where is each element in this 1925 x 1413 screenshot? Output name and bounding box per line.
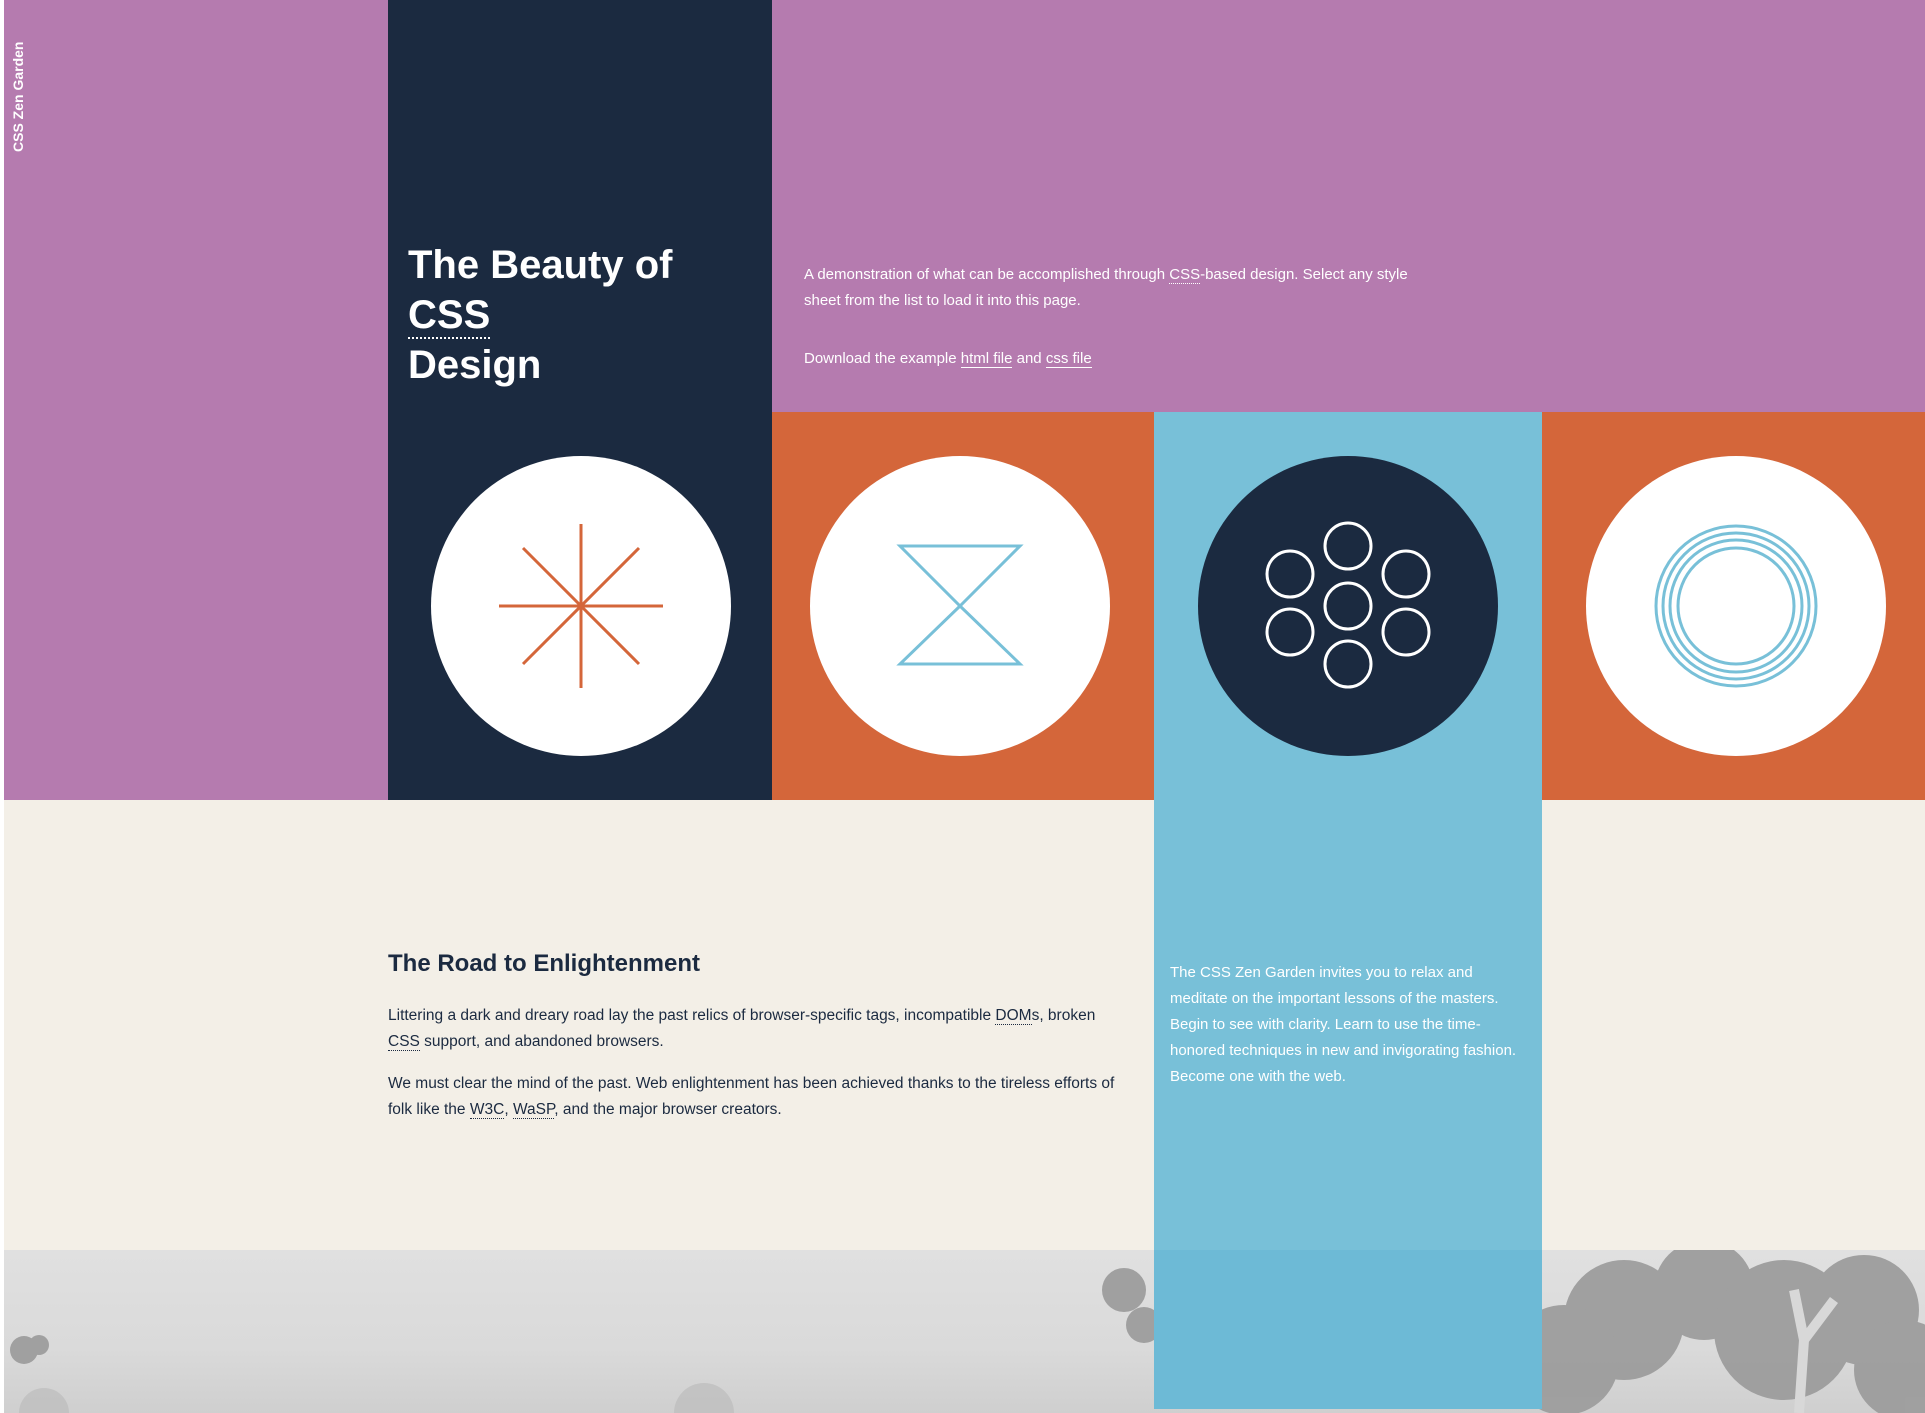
preamble: Littering a dark and dreary road lay the…	[388, 1003, 1128, 1139]
tree-silhouettes	[10, 1250, 1925, 1413]
preamble-paragraph-1: Littering a dark and dreary road lay the…	[388, 1003, 1128, 1055]
title-suffix: Design	[408, 343, 542, 387]
title-prefix: The Beauty of	[408, 243, 673, 287]
css-abbr: CSS	[408, 293, 491, 339]
landscape-photo	[4, 1250, 1925, 1413]
hourglass-circle	[810, 456, 1110, 756]
text: s, broken	[1031, 1007, 1096, 1024]
concentric-rings-icon	[1654, 524, 1818, 688]
text: , and the major browser creators.	[554, 1101, 782, 1118]
summary-download: Download the example html file and css f…	[804, 346, 1444, 372]
text: support, and abandoned browsers.	[419, 1033, 664, 1050]
css-abbr: CSS	[1169, 266, 1201, 284]
text: ,	[504, 1101, 513, 1118]
css-file-link[interactable]: css file	[1045, 350, 1092, 368]
css-abbr: CSS	[388, 1033, 420, 1051]
left-purple-panel	[4, 0, 388, 800]
hourglass-icon	[896, 544, 1024, 666]
flower-circle	[1198, 456, 1498, 756]
blue-photo-overlay	[1154, 1250, 1542, 1409]
page-title: The Beauty of CSS Design	[408, 240, 738, 390]
section-title: The Road to Enlightenment	[388, 950, 700, 977]
preamble-paragraph-2: We must clear the mind of the past. Web …	[388, 1071, 1128, 1123]
site-name[interactable]: CSS Zen Garden	[10, 42, 26, 152]
html-file-link[interactable]: html file	[960, 350, 1013, 368]
asterisk-circle	[431, 456, 731, 756]
explanation-text: The CSS Zen Garden invites you to relax …	[1170, 964, 1517, 1085]
summary-text-start: A demonstration of what can be accomplis…	[804, 266, 1170, 283]
w3c-abbr: W3C	[469, 1101, 505, 1119]
summary: A demonstration of what can be accomplis…	[804, 262, 1444, 404]
page: CSS Zen Garden The Beauty of CSS Design A…	[0, 0, 1925, 1413]
summary-description: A demonstration of what can be accomplis…	[804, 262, 1444, 314]
download-text: Download the example	[804, 350, 961, 367]
flower-circles-icon	[1265, 521, 1431, 689]
rings-circle	[1586, 456, 1886, 756]
dom-abbr: DOM	[995, 1007, 1032, 1025]
download-and-text: and	[1012, 350, 1046, 367]
asterisk-icon	[499, 524, 663, 688]
text: Littering a dark and dreary road lay the…	[388, 1007, 996, 1024]
wasp-abbr: WaSP	[512, 1101, 555, 1119]
